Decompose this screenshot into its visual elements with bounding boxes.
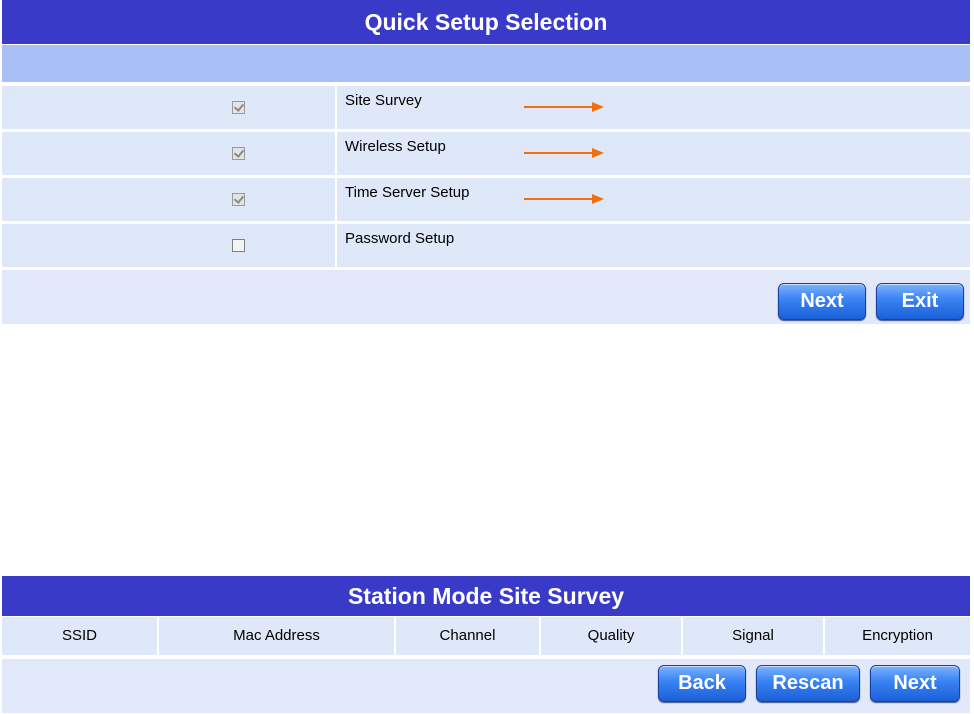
site-survey-header-row: SSID Mac Address Channel Quality Signal … xyxy=(2,617,970,659)
option-row-time-server-setup: Time Server Setup xyxy=(2,178,970,224)
option-row-wireless-setup: Wireless Setup xyxy=(2,132,970,178)
column-header-encryption: Encryption xyxy=(862,627,933,644)
option-row-password-setup: Password Setup xyxy=(2,224,970,270)
rescan-button[interactable]: Rescan xyxy=(756,665,860,702)
column-header-channel: Channel xyxy=(396,617,541,655)
wireless-setup-checkbox[interactable] xyxy=(232,147,245,160)
site-survey-title: Station Mode Site Survey xyxy=(2,576,970,617)
password-setup-checkbox[interactable] xyxy=(232,239,245,252)
site-survey-button-bar: Back Rescan Next xyxy=(2,659,970,714)
wireless-setup-label: Wireless Setup xyxy=(345,138,446,155)
right-arrow-icon xyxy=(524,148,604,158)
quick-setup-title: Quick Setup Selection xyxy=(2,0,970,45)
column-header-ssid: SSID xyxy=(2,617,159,655)
right-arrow-icon xyxy=(524,102,604,112)
survey-next-button[interactable]: Next xyxy=(870,665,960,702)
next-button[interactable]: Next xyxy=(778,283,866,320)
quick-setup-panel: Quick Setup Selection Site Survey Wirele… xyxy=(2,0,970,324)
option-row-site-survey: Site Survey xyxy=(2,86,970,132)
exit-button[interactable]: Exit xyxy=(876,283,964,320)
site-survey-checkbox[interactable] xyxy=(232,101,245,114)
right-arrow-icon xyxy=(524,194,604,204)
column-header-quality: Quality xyxy=(541,617,683,655)
column-header-mac-address: Mac Address xyxy=(159,617,396,655)
site-survey-panel: Station Mode Site Survey SSID Mac Addres… xyxy=(2,576,970,713)
time-server-setup-checkbox[interactable] xyxy=(232,193,245,206)
column-header-signal: Signal xyxy=(683,617,825,655)
password-setup-label: Password Setup xyxy=(345,230,455,247)
time-server-setup-label: Time Server Setup xyxy=(345,184,470,201)
back-button[interactable]: Back xyxy=(658,665,746,702)
site-survey-label: Site Survey xyxy=(345,92,422,109)
quick-setup-button-bar: Next Exit xyxy=(2,270,970,330)
quick-setup-subheader xyxy=(2,45,970,86)
